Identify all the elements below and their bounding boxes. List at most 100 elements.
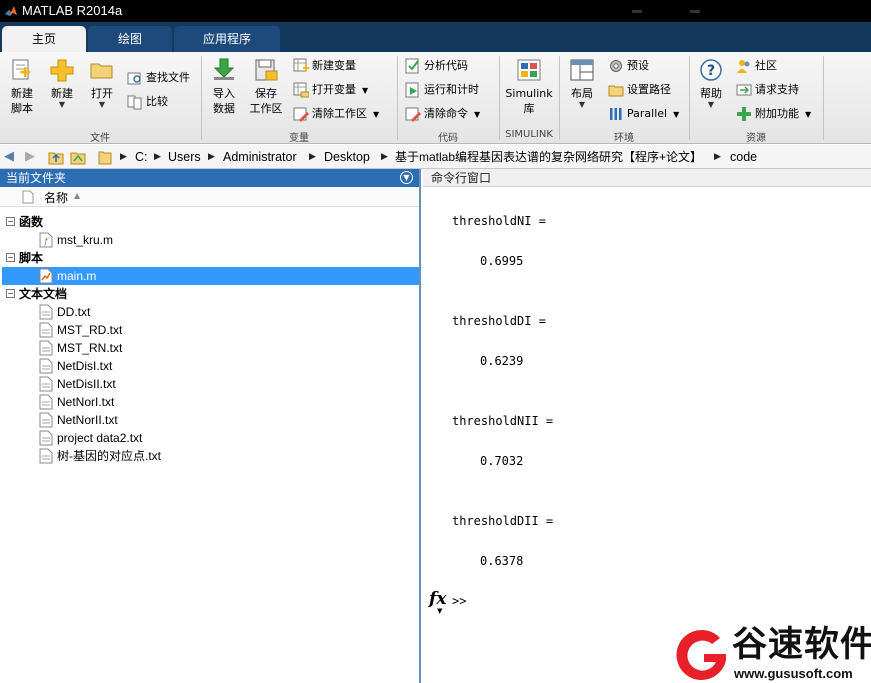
analyze-code-icon: [405, 58, 419, 74]
file-group-functions[interactable]: − 函数: [2, 213, 419, 231]
output-value: 0.6378: [480, 554, 524, 568]
open-variable-button[interactable]: 打开变量 ▼: [293, 80, 368, 100]
chevron-down-icon: ▼: [362, 86, 369, 95]
import-data-button[interactable]: 导入 数据: [206, 58, 242, 116]
file-item[interactable]: NetNorII.txt: [2, 411, 419, 429]
command-window-panel[interactable]: 命令行窗口 thresholdNI = 0.6995 thresholdDI =…: [423, 169, 871, 683]
run-and-time-button[interactable]: 运行和计时: [405, 80, 479, 100]
file-name: NetDisII.txt: [57, 377, 116, 391]
group-divider: [689, 56, 690, 140]
set-path-button[interactable]: 设置路径: [608, 80, 671, 100]
output-variable-name: thresholdDI =: [452, 314, 546, 328]
clear-commands-icon: [405, 107, 421, 122]
file-item[interactable]: project data2.txt: [2, 429, 419, 447]
preferences-label: 预设: [627, 59, 649, 72]
file-item[interactable]: NetDisI.txt: [2, 357, 419, 375]
breadcrumb-segment[interactable]: code: [730, 148, 757, 166]
tab-home[interactable]: 主页: [2, 26, 86, 52]
watermark-url: www.gususoft.com: [734, 666, 853, 681]
current-folder-panel: 当前文件夹 ▼ 名称 ▲ − 函数 f mst_kru.m − 脚本 main.…: [0, 169, 421, 683]
text-file-icon: [39, 412, 53, 428]
analyze-code-button[interactable]: 分析代码: [405, 56, 468, 76]
breadcrumb-segment[interactable]: C:: [135, 148, 148, 166]
group-label-file: 文件: [90, 133, 110, 144]
parallel-label: Parallel: [627, 107, 668, 120]
new-button[interactable]: 新建 ▼: [44, 58, 80, 109]
open-button[interactable]: 打开 ▼: [84, 58, 120, 109]
browse-folder-icon[interactable]: [70, 149, 86, 165]
group-divider: [499, 56, 500, 140]
parallel-button[interactable]: Parallel ▼: [608, 104, 679, 124]
clear-workspace-button[interactable]: 清除工作区 ▼: [293, 104, 379, 124]
new-variable-button[interactable]: 新建变量: [293, 56, 356, 76]
panel-menu-icon[interactable]: ▼: [400, 171, 413, 184]
collapse-icon[interactable]: −: [6, 253, 15, 262]
save-workspace-button[interactable]: 保存 工作区: [246, 58, 286, 116]
output-variable-name: thresholdNI =: [452, 214, 546, 228]
simulink-library-button[interactable]: Simulink 库: [503, 58, 555, 116]
set-path-icon: [608, 85, 624, 97]
file-item[interactable]: 树-基因的对应点.txt: [2, 447, 419, 465]
help-icon: ?: [700, 59, 722, 81]
file-item[interactable]: f mst_kru.m: [2, 231, 419, 249]
file-item-selected[interactable]: main.m: [2, 267, 419, 285]
simulink-library-label: Simulink 库: [505, 87, 553, 115]
chevron-down-icon: ▼: [474, 110, 481, 119]
file-group-text-documents[interactable]: − 文本文档: [2, 285, 419, 303]
breadcrumb-segment[interactable]: Administrator: [223, 148, 297, 166]
help-button[interactable]: ? 帮助 ▼: [694, 58, 728, 109]
collapse-icon[interactable]: −: [6, 289, 15, 298]
layout-button[interactable]: 布局 ▼: [564, 58, 600, 109]
group-divider: [823, 56, 824, 140]
path-separator-icon: ▶: [154, 152, 161, 162]
addons-button[interactable]: 附加功能 ▼: [736, 104, 811, 124]
compare-button[interactable]: 比较: [127, 92, 168, 112]
community-button[interactable]: 社区: [736, 56, 777, 76]
file-name: mst_kru.m: [57, 233, 114, 247]
breadcrumb-segment[interactable]: Users: [168, 148, 201, 166]
file-item[interactable]: NetDisII.txt: [2, 375, 419, 393]
file-item[interactable]: MST_RD.txt: [2, 321, 419, 339]
group-label-code: 代码: [438, 133, 458, 144]
text-file-icon: [39, 376, 53, 392]
back-arrow-icon[interactable]: ◀: [4, 149, 14, 165]
tab-apps[interactable]: 应用程序: [174, 26, 280, 52]
addons-label: 附加功能: [755, 107, 799, 120]
folder-icon: [98, 151, 112, 165]
gususoft-logo-icon: [676, 629, 726, 680]
collapse-icon[interactable]: −: [6, 217, 15, 226]
command-window-header: 命令行窗口: [423, 169, 871, 187]
column-header[interactable]: 名称 ▲: [0, 187, 419, 207]
community-label: 社区: [755, 59, 777, 72]
up-folder-icon[interactable]: [48, 149, 64, 165]
breadcrumb-segment[interactable]: Desktop: [324, 148, 370, 166]
new-script-button[interactable]: 新建 脚本: [4, 58, 40, 116]
text-file-icon: [39, 394, 53, 410]
file-name: NetNorI.txt: [57, 395, 115, 409]
save-workspace-label: 保存 工作区: [249, 87, 283, 115]
set-path-label: 设置路径: [627, 83, 671, 96]
file-name: MST_RN.txt: [57, 341, 123, 355]
function-browser-icon[interactable]: fx: [429, 589, 446, 609]
file-item[interactable]: DD.txt: [2, 303, 419, 321]
file-group-scripts[interactable]: − 脚本: [2, 249, 419, 267]
new-variable-icon: [293, 58, 309, 72]
preferences-button[interactable]: 预设: [608, 56, 649, 76]
request-support-icon: [736, 84, 752, 96]
clear-commands-button[interactable]: 清除命令 ▼: [405, 104, 480, 124]
output-variable-name: thresholdNII =: [452, 414, 554, 428]
find-files-button[interactable]: 查找文件: [127, 68, 190, 88]
find-files-icon: [127, 72, 141, 85]
file-item[interactable]: MST_RN.txt: [2, 339, 419, 357]
request-support-button[interactable]: 请求支持: [736, 80, 799, 100]
file-column-icon: [22, 190, 34, 204]
new-plus-icon: [50, 59, 74, 82]
breadcrumb-segment[interactable]: 基于matlab编程基因表达谱的复杂网络研究【程序+论文】: [395, 148, 702, 166]
chevron-down-icon: ▼: [98, 100, 106, 109]
file-item[interactable]: NetNorI.txt: [2, 393, 419, 411]
command-prompt[interactable]: >>: [452, 593, 466, 609]
text-file-icon: [39, 304, 53, 320]
forward-arrow-icon[interactable]: ▶: [25, 149, 35, 165]
path-separator-icon: ▶: [381, 152, 388, 162]
tab-plots[interactable]: 绘图: [88, 26, 172, 52]
